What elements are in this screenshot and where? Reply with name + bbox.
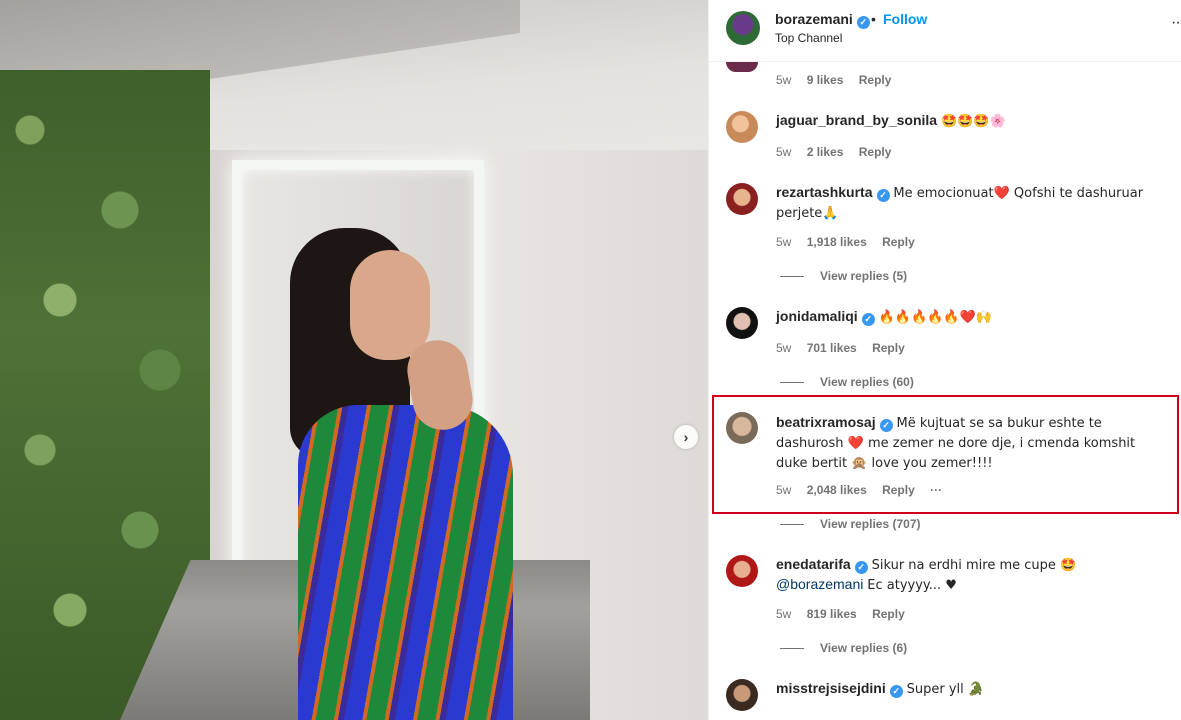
photo-woman-dress (298, 405, 513, 720)
view-replies-label: View replies (5) (820, 269, 908, 283)
post-author-username[interactable]: borazemani ✓ (775, 11, 870, 29)
avatar[interactable] (726, 62, 758, 72)
comment-content: 🤩🤩🤩🌸 (940, 114, 1006, 129)
more-options-icon[interactable]: ··· (1171, 14, 1181, 32)
comment-likes[interactable]: 819 likes (807, 607, 857, 621)
post-subtitle[interactable]: Top Channel (775, 31, 842, 45)
view-replies-button[interactable]: View replies (5) (780, 269, 907, 283)
comment-username[interactable]: enedatarifa (776, 556, 851, 572)
view-replies-button[interactable]: View replies (60) (780, 375, 914, 389)
comment-time[interactable]: 5w (776, 145, 791, 159)
comment-meta: 5w 819 likes Reply (776, 607, 917, 621)
comment-text: rezartashkurta ✓ Me emocionuat❤️ Qofshi t… (776, 183, 1166, 223)
verified-badge-icon: ✓ (861, 313, 875, 326)
replies-divider (780, 648, 804, 650)
avatar[interactable] (726, 679, 758, 711)
comment-username[interactable]: jaguar_brand_by_sonila (776, 112, 937, 128)
highlight-box (712, 395, 1179, 514)
comment-text: misstrejsisejdini ✓ Super yll 🐊 (776, 679, 1166, 699)
carousel-next-button[interactable]: › (674, 425, 698, 449)
comment-likes[interactable]: 1,918 likes (807, 235, 867, 249)
post-photo (0, 0, 708, 720)
comment-text: jonidamaliqi ✓ 🔥🔥🔥🔥🔥❤️🙌 (776, 307, 1166, 327)
comment-likes[interactable]: 2 likes (807, 145, 844, 159)
comment-likes[interactable]: 701 likes (807, 341, 857, 355)
comment-meta: 5w 1,918 likes Reply (776, 235, 927, 249)
view-replies-button[interactable]: View replies (707) (780, 517, 921, 531)
follow-button[interactable]: Follow (883, 11, 927, 27)
view-replies-label: View replies (60) (820, 375, 914, 389)
reply-button[interactable]: Reply (872, 341, 905, 355)
comment-username[interactable]: rezartashkurta (776, 184, 873, 200)
reply-button[interactable]: Reply (859, 73, 892, 87)
view-replies-label: View replies (6) (820, 641, 908, 655)
avatar[interactable] (726, 11, 760, 45)
verified-badge-icon: ✓ (876, 189, 890, 202)
verified-badge-icon: ✓ (856, 16, 870, 29)
mention-link[interactable]: @borazemani (776, 576, 863, 592)
post-header: borazemani✓ • Follow Top Channel ··· (709, 0, 1181, 62)
avatar[interactable] (726, 555, 758, 587)
reply-button[interactable]: Reply (872, 607, 905, 621)
comment-time[interactable]: 5w (776, 607, 791, 621)
replies-divider (780, 524, 804, 526)
photo-woman-face (350, 250, 430, 360)
comment-username[interactable]: misstrejsisejdini (776, 680, 886, 696)
reply-button[interactable]: Reply (882, 235, 915, 249)
comments-panel: borazemani✓ • Follow Top Channel ··· 5w … (708, 0, 1181, 720)
verified-badge-icon: ✓ (854, 561, 868, 574)
comment-text: jaguar_brand_by_sonila 🤩🤩🤩🌸 (776, 111, 1166, 131)
comment-time[interactable]: 5w (776, 235, 791, 249)
comment-meta: 5w 9 likes Reply (776, 73, 903, 87)
separator-dot: • (871, 11, 876, 27)
avatar[interactable] (726, 111, 758, 143)
replies-divider (780, 382, 804, 384)
chevron-right-icon: › (683, 429, 689, 445)
view-replies-button[interactable]: View replies (6) (780, 641, 907, 655)
avatar[interactable] (726, 307, 758, 339)
comment-username[interactable]: jonidamaliqi (776, 308, 858, 324)
comment-meta: 5w 701 likes Reply (776, 341, 917, 355)
view-replies-label: View replies (707) (820, 517, 921, 531)
comment-content-continued: Ec atyyyy... ♥ (867, 578, 957, 593)
verified-badge-icon: ✓ (889, 685, 903, 698)
comment-content: Super yll 🐊 (906, 682, 985, 697)
comment-time[interactable]: 5w (776, 341, 791, 355)
username-text: borazemani (775, 11, 853, 27)
reply-button[interactable]: Reply (859, 145, 892, 159)
avatar[interactable] (726, 183, 758, 215)
replies-divider (780, 276, 804, 278)
comment-time[interactable]: 5w (776, 73, 791, 87)
comment-content: 🔥🔥🔥🔥🔥❤️🙌 (878, 310, 992, 325)
comment-likes[interactable]: 9 likes (807, 73, 844, 87)
comment-content: Sikur na erdhi mire me cupe 🤩 (871, 558, 1077, 573)
comment-text: enedatarifa ✓ Sikur na erdhi mire me cupe… (776, 555, 1166, 595)
comment-meta: 5w 2 likes Reply (776, 145, 903, 159)
